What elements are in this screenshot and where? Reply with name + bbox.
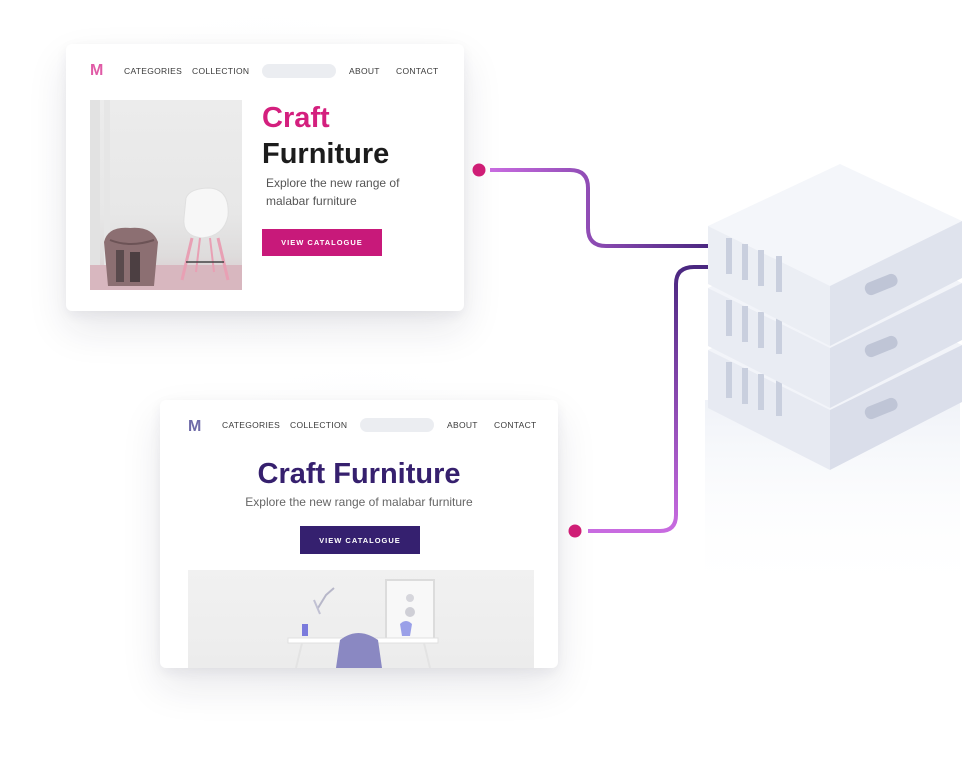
connector-dot-top (472, 163, 486, 177)
connector-bottom (588, 265, 710, 533)
connector-dot-bottom (568, 524, 582, 538)
connector-top (490, 168, 710, 248)
server-icon (708, 164, 962, 470)
